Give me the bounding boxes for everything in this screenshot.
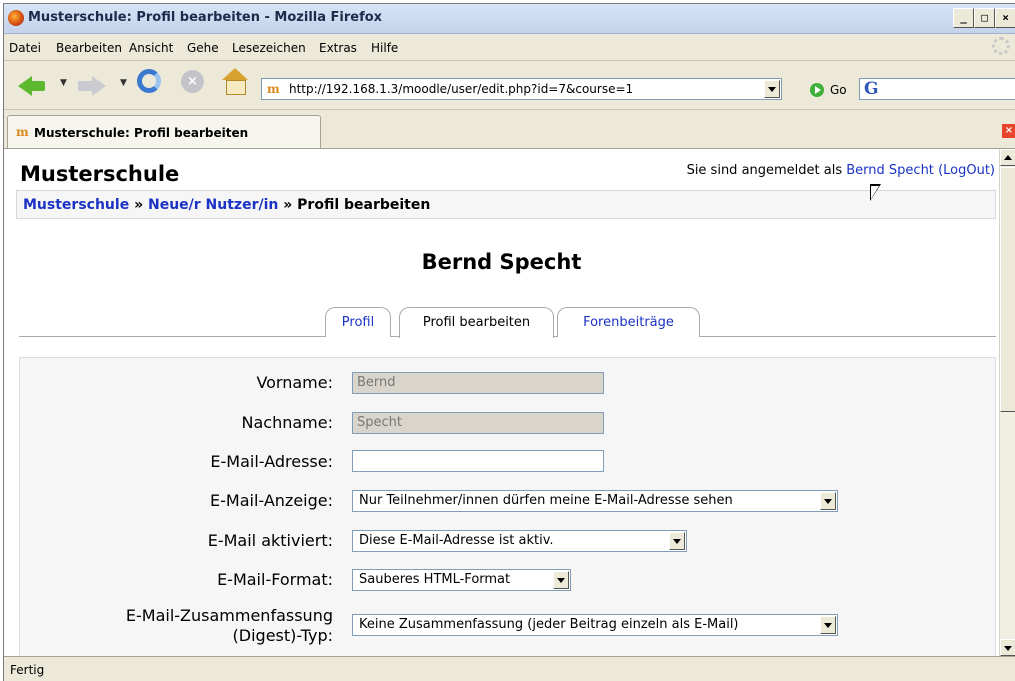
back-button[interactable] — [18, 69, 52, 101]
close-tab-icon[interactable]: × — [1002, 124, 1015, 138]
search-box[interactable]: G — [859, 78, 1015, 100]
menu-ansicht[interactable]: Ansicht — [129, 41, 173, 55]
tab-profil-label[interactable]: Profil — [342, 315, 374, 330]
email-format-value: Sauberes HTML-Format — [359, 572, 511, 587]
chevron-down-icon — [673, 539, 681, 544]
menu-extras[interactable]: Extras — [319, 41, 357, 55]
tab-profil-bearbeiten-label: Profil bearbeiten — [422, 315, 531, 330]
site-title: Musterschule — [20, 162, 180, 186]
email-anzeige-value: Nur Teilnehmer/innen dürfen meine E-Mail… — [359, 493, 733, 508]
browser-tab-label: Musterschule: Profil bearbeiten — [34, 126, 249, 140]
page-title: Bernd Specht — [421, 250, 582, 274]
browser-window: Musterschule: Profil bearbeiten - Mozill… — [3, 3, 1015, 681]
go-button-label[interactable]: Go — [830, 83, 847, 97]
navigation-toolbar: ▼ ▼ × m http://192.168.1.3/moodle/user/e… — [4, 61, 1015, 110]
stop-icon[interactable]: × — [181, 70, 204, 93]
email-aktiviert-select[interactable]: Diese E-Mail-Adresse ist aktiv. — [352, 530, 687, 552]
email-label: E-Mail-Adresse: — [210, 452, 333, 471]
status-bar: Fertig — [4, 656, 1015, 681]
email-aktiviert-value: Diese E-Mail-Adresse ist aktiv. — [359, 533, 554, 548]
profile-form: Vorname: Bernd Nachname: Specht E-Mail-A… — [19, 357, 996, 656]
email-anzeige-label: E-Mail-Anzeige: — [210, 491, 333, 510]
go-icon[interactable] — [810, 83, 824, 97]
menu-bearbeiten[interactable]: Bearbeiten — [56, 41, 122, 55]
browser-tab-strip: m Musterschule: Profil bearbeiten × — [4, 110, 1015, 149]
email-format-select[interactable]: Sauberes HTML-Format — [352, 569, 571, 591]
chevron-up-icon — [1004, 155, 1012, 160]
breadcrumb-separator: » — [283, 197, 293, 213]
tab-favicon-icon: m — [16, 125, 29, 139]
login-user-link[interactable]: Bernd Specht — [846, 163, 934, 178]
minimize-button[interactable]: _ — [953, 8, 974, 28]
breadcrumb-current: Profil bearbeiten — [297, 197, 431, 213]
scroll-up-button[interactable] — [1000, 149, 1015, 166]
back-arrow-icon — [18, 76, 32, 96]
throbber-icon — [992, 37, 1010, 55]
digest-select[interactable]: Keine Zusammenfassung (jeder Beitrag ein… — [352, 614, 838, 636]
nachname-label: Nachname: — [241, 413, 333, 432]
forward-history-chevron-icon[interactable]: ▼ — [120, 78, 127, 88]
page-content: Musterschule Sie sind angemeldet als Ber… — [4, 149, 999, 656]
login-prefix: Sie sind angemeldet als — [686, 163, 843, 178]
breadcrumb-neuer-nutzer[interactable]: Neue/r Nutzer/in — [148, 197, 278, 213]
breadcrumb: Musterschule » Neue/r Nutzer/in » Profil… — [16, 190, 996, 219]
chevron-down-icon — [768, 87, 776, 92]
maximize-button[interactable]: □ — [974, 8, 995, 28]
chevron-down-icon — [557, 578, 565, 583]
forward-button[interactable] — [78, 69, 112, 101]
scrollbar-thumb[interactable] — [1000, 167, 1015, 412]
url-history-dropdown[interactable] — [764, 80, 780, 98]
logout-link[interactable]: (LogOut) — [938, 163, 995, 178]
breadcrumb-separator: » — [134, 197, 144, 213]
forward-arrow-icon — [92, 76, 106, 96]
breadcrumb-musterschule[interactable]: Musterschule — [23, 197, 129, 213]
scroll-down-button[interactable] — [1000, 639, 1015, 656]
menu-gehe[interactable]: Gehe — [187, 41, 219, 55]
firefox-icon — [8, 10, 24, 26]
tab-profil[interactable]: Profil — [325, 307, 391, 337]
email-format-label: E-Mail-Format: — [217, 570, 333, 589]
url-text[interactable]: http://192.168.1.3/moodle/user/edit.php?… — [289, 82, 633, 96]
tab-profil-bearbeiten[interactable]: Profil bearbeiten — [399, 307, 554, 338]
back-history-chevron-icon[interactable]: ▼ — [60, 78, 67, 88]
tab-forenbeitraege[interactable]: Forenbeiträge — [557, 307, 700, 337]
digest-label: E-Mail-Zusammenfassung (Digest)-Typ: — [125, 606, 333, 645]
menu-datei[interactable]: Datei — [9, 41, 41, 55]
status-text: Fertig — [10, 663, 45, 677]
login-info: Sie sind angemeldet als Bernd Specht (Lo… — [687, 163, 995, 178]
home-icon[interactable] — [221, 68, 249, 96]
window-controls: _ □ × — [953, 8, 1015, 28]
menu-hilfe[interactable]: Hilfe — [371, 41, 398, 55]
title-bar: Musterschule: Profil bearbeiten - Mozill… — [4, 4, 1015, 34]
tab-forenbeitraege-label[interactable]: Forenbeiträge — [583, 315, 674, 330]
chevron-down-icon — [824, 623, 832, 628]
google-search-icon[interactable]: G — [864, 79, 879, 99]
reload-icon[interactable] — [137, 69, 161, 93]
email-field[interactable] — [352, 450, 604, 472]
browser-tab-active[interactable]: m Musterschule: Profil bearbeiten — [7, 115, 321, 148]
menu-bar: Datei Bearbeiten Ansicht Gehe Lesezeiche… — [4, 34, 1015, 61]
vertical-scrollbar[interactable] — [999, 149, 1015, 656]
digest-value: Keine Zusammenfassung (jeder Beitrag ein… — [359, 617, 739, 632]
vorname-label: Vorname: — [256, 373, 333, 392]
close-window-button[interactable]: × — [995, 8, 1015, 28]
email-aktiviert-label: E-Mail aktiviert: — [207, 531, 333, 550]
menu-lesezeichen[interactable]: Lesezeichen — [232, 41, 306, 55]
mouse-cursor-icon — [870, 184, 881, 201]
url-bar[interactable]: m http://192.168.1.3/moodle/user/edit.ph… — [261, 78, 782, 100]
window-title: Musterschule: Profil bearbeiten - Mozill… — [28, 10, 383, 25]
nachname-field: Specht — [352, 412, 604, 434]
chevron-down-icon — [824, 499, 832, 504]
site-favicon-icon: m — [267, 82, 280, 96]
chevron-down-icon — [1004, 646, 1012, 651]
vorname-field: Bernd — [352, 372, 604, 394]
email-anzeige-select[interactable]: Nur Teilnehmer/innen dürfen meine E-Mail… — [352, 490, 838, 512]
